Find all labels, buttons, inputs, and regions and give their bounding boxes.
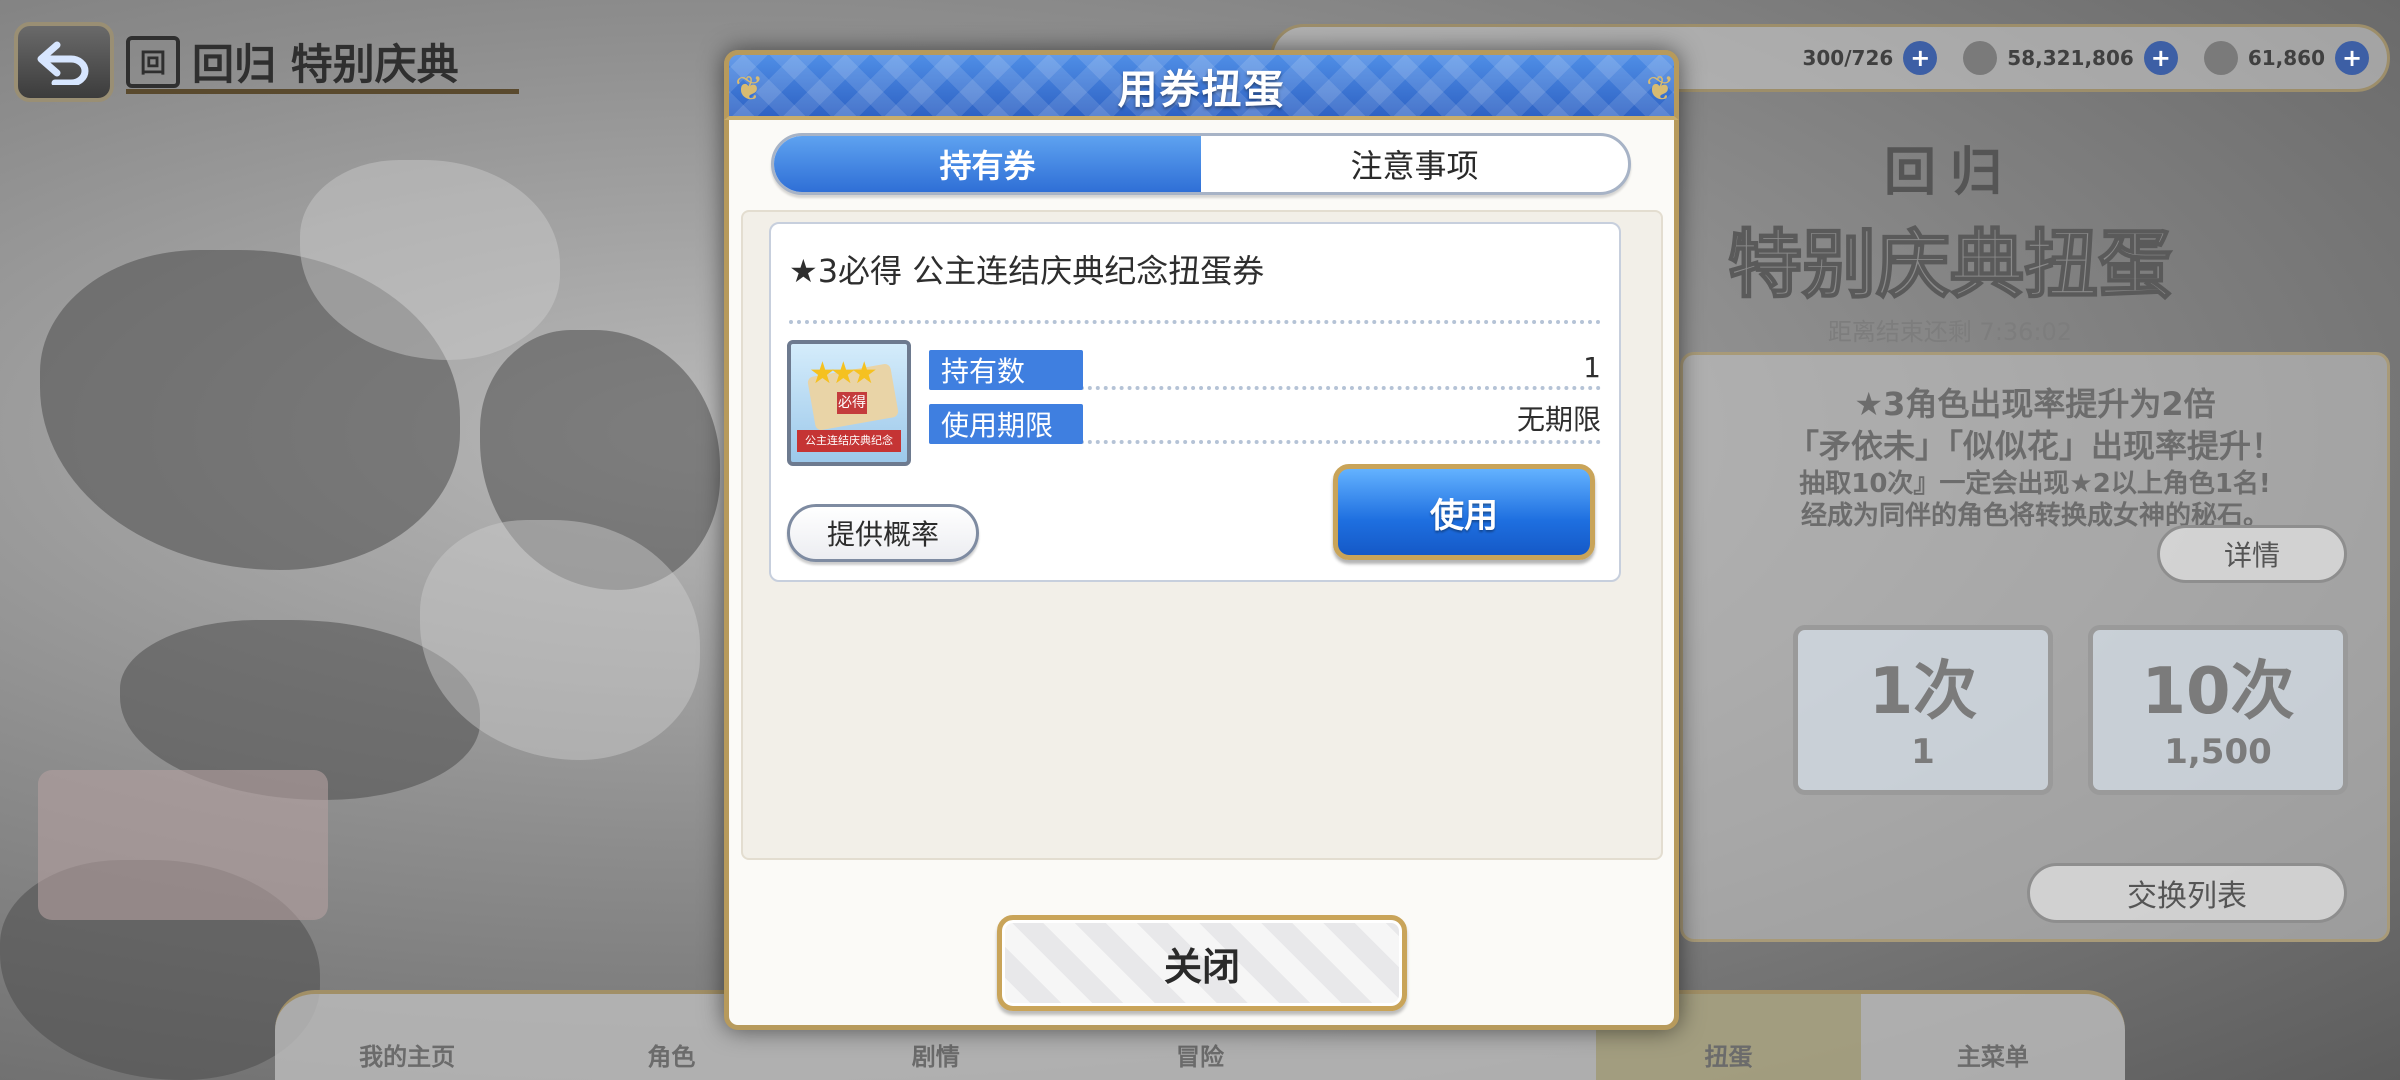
- back-arrow-icon: [37, 41, 89, 85]
- resource-jewel: 61,860 +: [2203, 41, 2369, 75]
- add-mana-button[interactable]: +: [2143, 41, 2178, 75]
- ticket-gacha-dialog: ❦ 用券扭蛋 ❦ 持有券 注意事项 ★3必得 公主连结庆典纪念扭蛋券 ★★★ 必…: [724, 50, 1679, 1030]
- owned-count-label: 持有数: [929, 350, 1083, 390]
- gacha-banner: 回归 特别庆典扭蛋 距离结束还剩 7:36:02: [1690, 130, 2210, 346]
- dialog-title: 用券扭蛋: [1117, 66, 1286, 113]
- gacha-single-cost: 1: [1911, 732, 1935, 772]
- screen-title: 回 回归 特别庆典: [126, 34, 519, 94]
- mana-icon: [1963, 41, 1998, 75]
- dialog-tabs: 持有券 注意事项: [771, 133, 1631, 195]
- back-button[interactable]: [14, 22, 114, 102]
- drop-rate-button[interactable]: 提供概率: [787, 504, 979, 562]
- header-ornament-left-icon: ❦: [735, 69, 764, 109]
- info-line: 「矛依未」「似似花」出现率提升！: [1786, 427, 2283, 465]
- gacha-ten-cost: 1,500: [2164, 732, 2272, 772]
- banner-top-text: 回归: [1883, 143, 2016, 203]
- gacha-single-count: 1次: [1868, 655, 1978, 729]
- dialog-header: ❦ 用券扭蛋 ❦: [724, 50, 1679, 120]
- ticket-image: ★★★ 必得 公主连结庆典纪念: [787, 340, 911, 466]
- gacha-single-button[interactable]: 1次 1: [1793, 625, 2053, 795]
- expiry-label: 使用期限: [929, 404, 1083, 444]
- event-character-badge[interactable]: [38, 770, 328, 920]
- mana-value: 58,321,806: [2007, 46, 2134, 70]
- info-line: ★3角色出现率提升为2倍: [1854, 385, 2216, 423]
- ticket-stamp-text: 必得: [837, 392, 867, 414]
- ticket-name: ★3必得 公主连结庆典纪念扭蛋券: [789, 252, 1265, 290]
- use-ticket-button[interactable]: 使用: [1333, 464, 1595, 560]
- return-icon: 回: [126, 35, 180, 88]
- card-divider: [789, 320, 1601, 324]
- header-ornament-right-icon: ❦: [1646, 69, 1675, 109]
- nav-home[interactable]: 我的主页: [275, 994, 539, 1080]
- resource-mana: 58,321,806 +: [1963, 41, 2178, 75]
- expiry-value: 无期限: [1516, 403, 1601, 436]
- expiry-row: 使用期限 无期限: [929, 403, 1601, 444]
- banner-timer: 距离结束还剩 7:36:02: [1827, 318, 2073, 346]
- gacha-ten-count: 10次: [2141, 655, 2295, 729]
- owned-count-value: 1: [1583, 351, 1601, 384]
- stamina-value: 300/726: [1802, 46, 1894, 70]
- jewel-value: 61,860: [2247, 46, 2325, 70]
- owned-count-row: 持有数 1: [929, 350, 1601, 390]
- exchange-list-button[interactable]: 交换列表: [2027, 863, 2347, 923]
- tab-owned-tickets[interactable]: 持有券: [774, 136, 1201, 192]
- three-stars-icon: ★★★: [809, 356, 878, 391]
- gacha-info-panel: ★3角色出现率提升为2倍 「矛依未」「似似花」出现率提升！ 抽取10次』一定会出…: [1680, 352, 2390, 942]
- close-button[interactable]: 关闭: [997, 915, 1407, 1011]
- gacha-ten-button[interactable]: 10次 1,500: [2088, 625, 2348, 795]
- add-jewel-button[interactable]: +: [2335, 41, 2369, 75]
- detail-button[interactable]: 详情: [2157, 525, 2347, 583]
- resource-stamina: 300/726 +: [1802, 41, 1938, 75]
- add-stamina-button[interactable]: +: [1903, 41, 1938, 75]
- ticket-ribbon-text: 公主连结庆典纪念: [797, 430, 901, 452]
- tab-notes[interactable]: 注意事项: [1201, 136, 1628, 192]
- ticket-list: ★3必得 公主连结庆典纪念扭蛋券 ★★★ 必得 公主连结庆典纪念 持有数 1 使…: [741, 210, 1663, 860]
- nav-menu[interactable]: 主菜单: [1861, 994, 2125, 1080]
- screen-title-text: 回归 特别庆典: [192, 40, 459, 89]
- banner-main-text: 特别庆典扭蛋: [1727, 221, 2173, 309]
- ticket-card: ★3必得 公主连结庆典纪念扭蛋券 ★★★ 必得 公主连结庆典纪念 持有数 1 使…: [769, 222, 1621, 582]
- jewel-icon: [2203, 41, 2238, 75]
